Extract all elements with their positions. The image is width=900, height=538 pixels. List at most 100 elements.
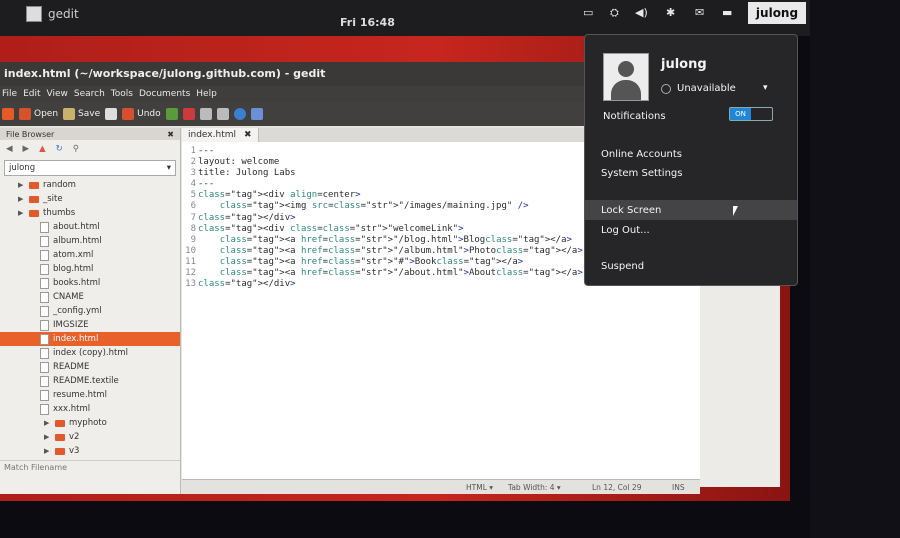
open-button[interactable]: Open (19, 108, 58, 120)
file-tree-item[interactable]: atom.xml (0, 248, 180, 262)
notifications-toggle[interactable]: ON (729, 107, 773, 121)
file-tree-item[interactable]: IMGSIZE (0, 318, 180, 332)
mouse-pointer-icon (733, 206, 738, 216)
battery-icon[interactable]: ▬ (722, 6, 732, 19)
close-icon[interactable]: ✖ (167, 130, 174, 139)
file-tree-item[interactable]: xxx.html (0, 402, 180, 416)
file-tree-item[interactable]: ▶ myphoto (0, 416, 180, 430)
file-tree-item[interactable]: index (copy).html (0, 346, 180, 360)
accessibility-icon[interactable]: ⛭ (610, 6, 619, 20)
menu-view[interactable]: View (47, 89, 68, 99)
file-tree-item[interactable]: about.html (0, 220, 180, 234)
file-tree-label: README.textile (53, 376, 119, 386)
expander-icon[interactable]: ▶ (18, 195, 25, 203)
line-number: 2 (190, 157, 196, 168)
file-tree-item[interactable]: CNAME (0, 290, 180, 304)
file-tree-label: thumbs (43, 208, 76, 218)
file-tree-item[interactable]: resume.html (0, 388, 180, 402)
file-tree-label: books.html (53, 278, 101, 288)
file-tree-label: xxx.html (53, 404, 91, 414)
redo-icon[interactable] (165, 108, 178, 120)
file-tree-item[interactable]: books.html (0, 276, 180, 290)
expander-icon[interactable]: ▶ (44, 447, 51, 455)
bluetooth-icon[interactable]: ✱ (666, 6, 675, 19)
file-tree-item[interactable]: blog.html (0, 262, 180, 276)
replace-icon[interactable] (250, 108, 263, 120)
code-text: class="tag"><a href=class="str">"/album.… (219, 245, 583, 256)
folder-icon (29, 181, 39, 189)
location-combo[interactable]: julong ▾ (4, 160, 176, 176)
back-icon[interactable]: ◀ (6, 144, 13, 154)
clock[interactable]: Fri 16:48 (340, 16, 395, 29)
filter-icon[interactable]: ⚲ (73, 144, 79, 154)
menu-item-system-settings[interactable]: System Settings (601, 168, 682, 179)
open-icon (19, 108, 31, 120)
print-icon[interactable] (105, 108, 118, 120)
file-tree-item[interactable]: README.textile (0, 374, 180, 388)
line-number: 5 (190, 190, 196, 201)
expander-icon[interactable]: ▶ (18, 209, 25, 217)
volume-icon[interactable]: ◀) (635, 6, 648, 19)
file-icon (40, 263, 49, 275)
file-tree-item[interactable]: album.html (0, 234, 180, 248)
file-browser-title: File Browser (6, 129, 55, 139)
file-browser-header: File Browser ✖ (0, 128, 180, 140)
active-app[interactable]: gedit (26, 6, 79, 22)
file-tree-item[interactable]: ▶ v2 (0, 430, 180, 444)
expander-icon[interactable]: ▶ (44, 419, 51, 427)
menu-search[interactable]: Search (74, 89, 105, 99)
file-icon (40, 249, 49, 261)
copy-icon[interactable] (199, 108, 212, 120)
save-button[interactable]: Save (63, 108, 100, 120)
chevron-down-icon[interactable]: ▾ (763, 83, 768, 93)
file-tree-item[interactable]: ▶ random (0, 178, 180, 192)
menu-help[interactable]: Help (196, 89, 217, 99)
menu-file[interactable]: File (2, 89, 17, 99)
search-icon[interactable] (233, 108, 246, 120)
up-icon[interactable]: ▲ (39, 144, 46, 154)
file-tree-item[interactable]: ▶ v3 (0, 444, 180, 458)
code-text: --- (198, 146, 215, 156)
file-tree-item[interactable]: ▶ thumbs (0, 206, 180, 220)
file-icon (40, 361, 49, 373)
message-icon[interactable]: ✉ (695, 6, 704, 19)
menu-item-online-accounts[interactable]: Online Accounts (601, 149, 682, 160)
user-menu-button[interactable]: julong (748, 2, 806, 24)
tab-label: index.html (188, 130, 236, 140)
forward-icon[interactable]: ▶ (23, 144, 30, 154)
file-tree-label: about.html (53, 222, 100, 232)
tab-index-html[interactable]: index.html ✖ (182, 128, 259, 142)
folder-icon (55, 419, 65, 427)
file-tree-item[interactable]: index.html (0, 332, 180, 346)
tab-width-selector[interactable]: Tab Width: 4 ▾ (508, 483, 561, 492)
refresh-icon[interactable]: ↻ (56, 144, 63, 154)
menu-item-suspend[interactable]: Suspend (601, 261, 644, 272)
file-icon (40, 347, 49, 359)
new-file-icon[interactable] (2, 108, 14, 120)
file-tree-item[interactable]: README (0, 360, 180, 374)
menu-item-lock-screen[interactable]: Lock Screen (601, 205, 661, 216)
file-browser-panel: File Browser ✖ ◀ ▶ ▲ ↻ ⚲ julong ▾ ▶ rando… (0, 128, 181, 494)
status-bar: HTML ▾ Tab Width: 4 ▾ Ln 12, Col 29 INS (182, 479, 700, 494)
code-text: class="tag"><a href=class="str">"/blog.h… (219, 234, 572, 245)
menu-tools[interactable]: Tools (111, 89, 133, 99)
keyboard-icon[interactable]: ▭ (583, 6, 593, 19)
file-tree-label: _config.yml (53, 306, 102, 316)
menu-item-log-out[interactable]: Log Out... (601, 225, 650, 236)
expander-icon[interactable]: ▶ (44, 433, 51, 441)
menu-edit[interactable]: Edit (23, 89, 40, 99)
line-number: 12 (185, 268, 196, 279)
paste-icon[interactable] (216, 108, 229, 120)
cut-icon[interactable] (182, 108, 195, 120)
file-tree-item[interactable]: ▶ _site (0, 192, 180, 206)
line-number: 1 (190, 146, 196, 156)
availability-status[interactable]: Unavailable (661, 83, 736, 94)
language-selector[interactable]: HTML ▾ (466, 483, 493, 492)
menu-documents[interactable]: Documents (139, 89, 190, 99)
expander-icon[interactable]: ▶ (18, 181, 25, 189)
file-icon (40, 389, 49, 401)
file-tree-item[interactable]: _config.yml (0, 304, 180, 318)
top-panel: gedit Fri 16:48 ▭ ⛭ ◀) ✱ ✉ ▬ julong (0, 0, 810, 36)
close-tab-icon[interactable]: ✖ (244, 130, 252, 140)
undo-button[interactable]: Undo (122, 108, 161, 120)
